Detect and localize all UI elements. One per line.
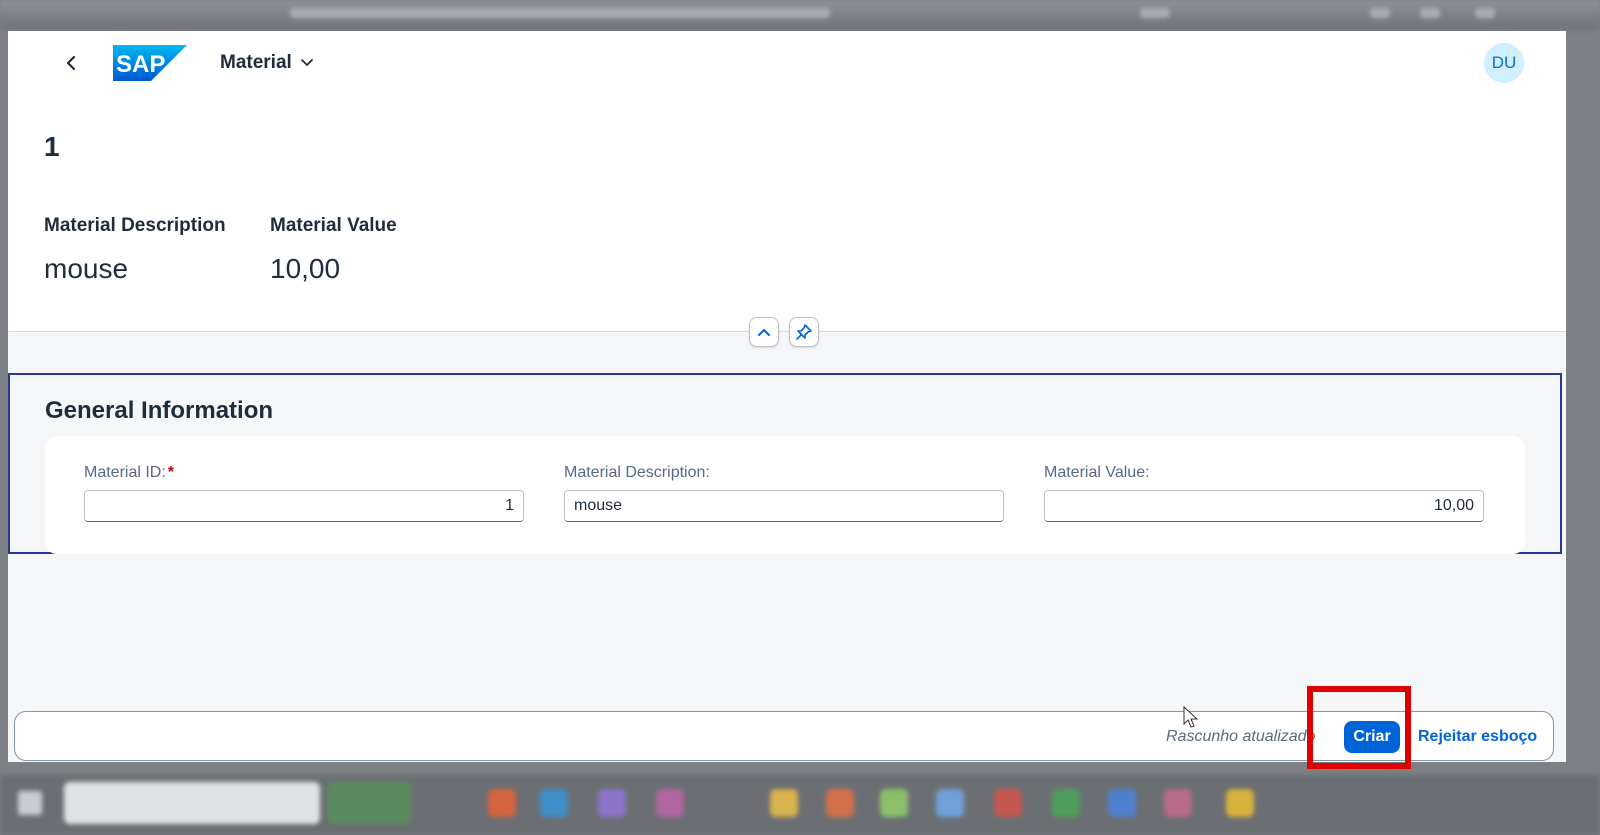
material-value-input[interactable] [1044, 490, 1484, 522]
app-icon [1164, 789, 1192, 817]
material-id-label: Material ID: [84, 464, 166, 481]
os-title-strip [0, 0, 1600, 30]
mouse-cursor-icon [1183, 706, 1199, 728]
avatar-initials: DU [1491, 53, 1517, 72]
sap-logo: SAP [113, 45, 187, 81]
object-header: 1 Material Description mouse Material Va… [8, 93, 1566, 332]
field-label: Material ID: * [84, 464, 524, 486]
material-value-field: Material Value: [1044, 464, 1484, 522]
app-icon [826, 789, 854, 817]
pin-header-button[interactable] [789, 317, 819, 347]
highlight-box [1307, 686, 1411, 769]
app-title: Material [220, 52, 292, 73]
app-icon [598, 789, 626, 817]
reject-draft-button[interactable]: Rejeitar esboço [1412, 721, 1543, 753]
app-icon [1052, 789, 1080, 817]
start-icon [18, 791, 42, 815]
chevron-up-icon [758, 329, 770, 336]
app-icon [1108, 789, 1136, 817]
section-title: General Information [45, 397, 274, 424]
key-fact-value: 10,00 [270, 253, 341, 284]
key-fact-label: Material Description [44, 215, 226, 236]
key-fact-description: Material Description mouse [44, 215, 226, 285]
draft-status-text: Rascunho atualizado [1166, 728, 1316, 745]
key-fact-value-field: Material Value 10,00 [270, 215, 397, 285]
shell-bar: SAP Material DU [8, 31, 1566, 93]
taskbar-chip [327, 782, 411, 824]
collapse-header-button[interactable] [749, 317, 779, 347]
required-indicator: * [167, 464, 175, 481]
app-icon [656, 789, 684, 817]
app-icon [994, 789, 1022, 817]
material-id-input[interactable] [84, 490, 524, 522]
app-icon [1226, 789, 1254, 817]
app-icon [488, 789, 516, 817]
pin-icon [796, 324, 812, 340]
os-taskbar [0, 775, 1600, 835]
back-button[interactable] [56, 49, 86, 77]
key-fact-value: mouse [44, 253, 129, 284]
object-title: 1 [44, 131, 60, 162]
material-description-input[interactable] [564, 490, 1004, 522]
general-information-section: General Information Material ID:* Materi… [8, 373, 1562, 554]
chevron-left-icon [66, 55, 76, 71]
material-id-field: Material ID: * [84, 464, 524, 522]
app-title-menu[interactable]: Material [220, 50, 314, 76]
svg-text:SAP: SAP [116, 51, 165, 78]
chevron-down-icon [300, 59, 313, 66]
app-icon [880, 789, 908, 817]
user-avatar[interactable]: DU [1484, 43, 1524, 83]
key-fact-label: Material Value [270, 215, 397, 236]
form-card: Material ID:* Material Description: Mate… [45, 436, 1525, 554]
material-description-field: Material Description: [564, 464, 1004, 522]
material-value-label: Material Value: [1044, 464, 1150, 481]
app-icon [936, 789, 964, 817]
material-description-label: Material Description: [564, 464, 710, 481]
app-window: SAP Material DU 1 Material Description m… [8, 31, 1566, 762]
app-icon [770, 789, 798, 817]
app-icon [540, 789, 568, 817]
taskbar-search [64, 782, 320, 824]
